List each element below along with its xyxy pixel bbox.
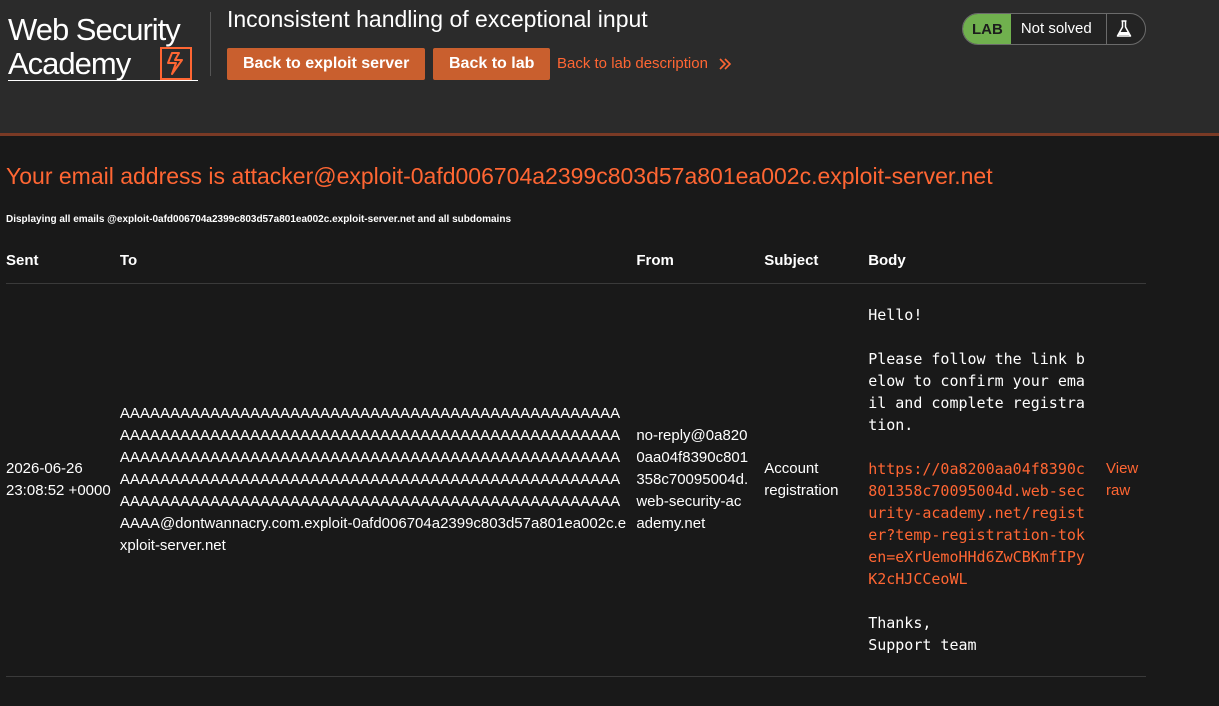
- chevron-right-double-icon: [719, 58, 732, 70]
- confirm-registration-link[interactable]: https://0a8200aa04f8390c801358c70095004d…: [868, 460, 1085, 588]
- table-row: 2026-06-26 23:08:52 +0000 AAAAAAAAAAAAAA…: [6, 283, 1146, 677]
- email-body-intro: Hello! Please follow the link below to c…: [868, 306, 1085, 434]
- header-divider: [210, 12, 211, 76]
- logo-line1: Web Security: [8, 12, 181, 47]
- column-header-actions: [1106, 252, 1146, 284]
- email-table-header: Sent To From Subject Body: [6, 252, 1146, 284]
- email-subject: Account registration: [764, 283, 869, 677]
- back-to-lab-description-label: Back to lab description: [557, 55, 708, 72]
- logo-line2: Academy: [8, 46, 131, 81]
- email-body-outro: Thanks, Support team: [868, 614, 977, 654]
- logo-underline: [8, 80, 198, 81]
- academy-logo[interactable]: Web Security Academy: [8, 13, 208, 83]
- flask-icon: [1116, 20, 1131, 37]
- email-address: attacker@exploit-0afd006704a2399c803d57a…: [231, 163, 993, 189]
- column-header-to: To: [119, 252, 637, 284]
- back-to-exploit-server-button[interactable]: Back to exploit server: [227, 48, 426, 80]
- lab-status-widget: LAB Not solved: [962, 13, 1146, 45]
- column-header-from: From: [636, 252, 765, 284]
- back-to-lab-description-link[interactable]: Back to lab description: [557, 48, 732, 80]
- lab-status-badge: LAB: [963, 14, 1011, 44]
- view-raw-link[interactable]: View raw: [1106, 458, 1146, 502]
- email-to: AAAAAAAAAAAAAAAAAAAAAAAAAAAAAAAAAAAAAAAA…: [119, 283, 637, 677]
- displaying-note: Displaying all emails @exploit-0afd00670…: [6, 214, 512, 225]
- email-table: Sent To From Subject Body 2026-06-26 23:…: [6, 252, 1146, 677]
- email-sent: 2026-06-26 23:08:52 +0000: [6, 283, 120, 677]
- header: Web Security Academy Inconsistent handli…: [0, 0, 1219, 136]
- email-body: Hello! Please follow the link below to c…: [868, 283, 1106, 677]
- back-to-lab-button[interactable]: Back to lab: [433, 48, 551, 80]
- email-prefix: Your email address is: [6, 163, 232, 189]
- column-header-body: Body: [868, 252, 1106, 284]
- email-from: no-reply@0a8200aa04f8390c801358c70095004…: [636, 283, 765, 677]
- flask-button[interactable]: [1107, 14, 1141, 44]
- lab-status-text: Not solved: [1020, 20, 1092, 37]
- view-raw-cell: View raw: [1106, 283, 1146, 677]
- column-header-subject: Subject: [764, 252, 869, 284]
- email-address-heading: Your email address is attacker@exploit-0…: [6, 162, 993, 190]
- column-header-sent: Sent: [6, 252, 120, 284]
- logo-bolt-icon: [160, 47, 192, 80]
- lab-title: Inconsistent handling of exceptional inp…: [227, 6, 648, 32]
